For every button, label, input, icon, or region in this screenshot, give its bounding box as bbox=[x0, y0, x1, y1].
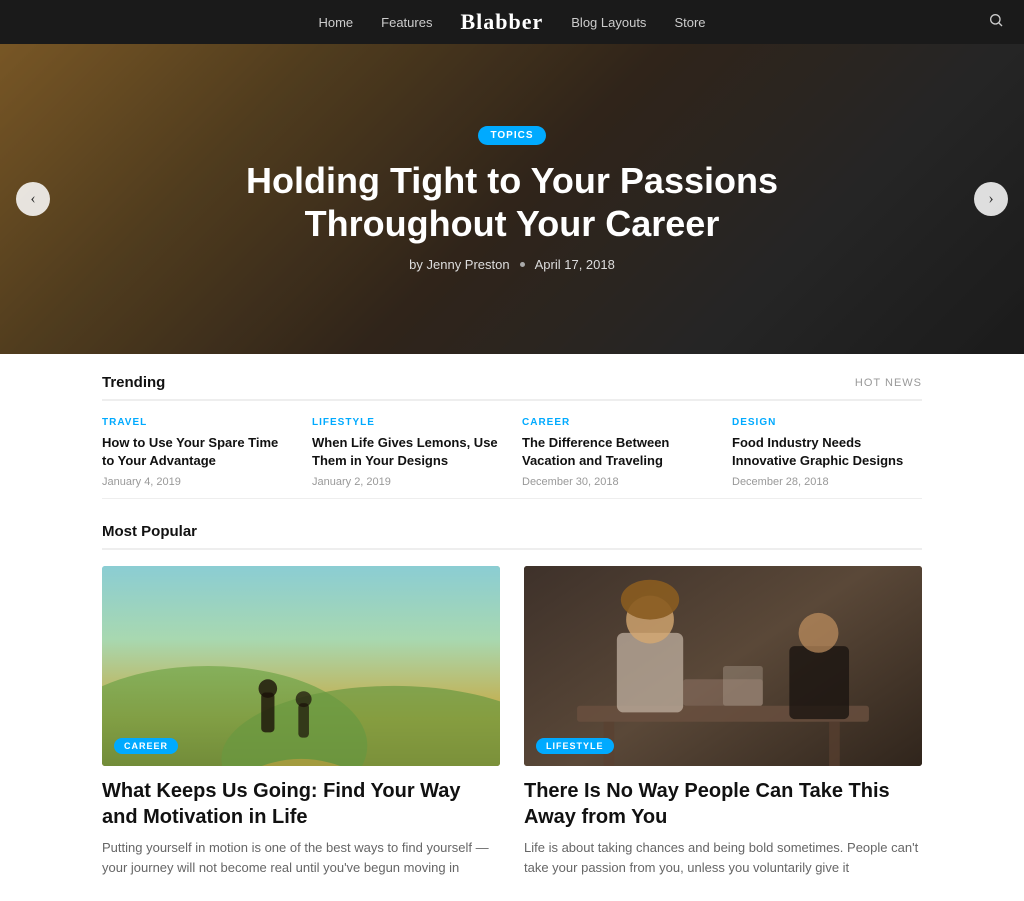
trending-header: Trending HOT NEWS bbox=[102, 374, 922, 401]
trending-date: January 2, 2019 bbox=[312, 476, 502, 488]
hero-prev-button[interactable]: ‹ bbox=[16, 182, 50, 216]
hero-next-button[interactable]: › bbox=[974, 182, 1008, 216]
trending-category: LIFESTYLE bbox=[312, 417, 502, 428]
trending-category: TRAVEL bbox=[102, 417, 292, 428]
trending-date: December 30, 2018 bbox=[522, 476, 712, 488]
hero-content: TOPICS Holding Tight to Your Passions Th… bbox=[172, 126, 852, 272]
popular-card-title[interactable]: There Is No Way People Can Take This Awa… bbox=[524, 778, 922, 830]
nav-blog-layouts[interactable]: Blog Layouts bbox=[571, 15, 646, 30]
trending-category: DESIGN bbox=[732, 417, 922, 428]
hero-tag: TOPICS bbox=[478, 126, 545, 145]
popular-header: Most Popular bbox=[102, 523, 922, 550]
popular-card-excerpt: Putting yourself in motion is one of the… bbox=[102, 838, 500, 877]
trending-item-title[interactable]: The Difference Between Vacation and Trav… bbox=[522, 434, 712, 470]
trending-section: Trending HOT NEWS TRAVEL How to Use Your… bbox=[102, 354, 922, 499]
popular-title: Most Popular bbox=[102, 523, 197, 540]
nav-features[interactable]: Features bbox=[381, 15, 432, 30]
hero-meta: by Jenny Preston April 17, 2018 bbox=[212, 257, 812, 272]
popular-card-image[interactable]: CAREER bbox=[102, 566, 500, 766]
content-container: Trending HOT NEWS TRAVEL How to Use Your… bbox=[82, 354, 942, 901]
popular-card: LIFESTYLE There Is No Way People Can Tak… bbox=[524, 566, 922, 877]
hero-title: Holding Tight to Your Passions Throughou… bbox=[212, 159, 812, 245]
trending-item-title[interactable]: Food Industry Needs Innovative Graphic D… bbox=[732, 434, 922, 470]
trending-item-title[interactable]: When Life Gives Lemons, Use Them in Your… bbox=[312, 434, 502, 470]
popular-card-image[interactable]: LIFESTYLE bbox=[524, 566, 922, 766]
navigation: Home Features Blabber Blog Layouts Store bbox=[0, 0, 1024, 44]
hero-date: April 17, 2018 bbox=[535, 257, 615, 272]
main-content: Trending HOT NEWS TRAVEL How to Use Your… bbox=[0, 354, 1024, 901]
hero-section: ‹ TOPICS Holding Tight to Your Passions … bbox=[0, 44, 1024, 354]
trending-item: LIFESTYLE When Life Gives Lemons, Use Th… bbox=[312, 417, 502, 488]
popular-card-excerpt: Life is about taking chances and being b… bbox=[524, 838, 922, 877]
popular-card-title[interactable]: What Keeps Us Going: Find Your Way and M… bbox=[102, 778, 500, 830]
hero-author: by Jenny Preston bbox=[409, 257, 509, 272]
nav-home[interactable]: Home bbox=[318, 15, 353, 30]
trending-date: January 4, 2019 bbox=[102, 476, 292, 488]
trending-date: December 28, 2018 bbox=[732, 476, 922, 488]
nav-store[interactable]: Store bbox=[674, 15, 705, 30]
workshop-image bbox=[524, 566, 922, 766]
trending-grid: TRAVEL How to Use Your Spare Time to You… bbox=[102, 417, 922, 488]
nav-links: Home Features Blabber Blog Layouts Store bbox=[318, 9, 705, 35]
trending-category: CAREER bbox=[522, 417, 712, 428]
running-image bbox=[102, 566, 500, 766]
trending-item: TRAVEL How to Use Your Spare Time to You… bbox=[102, 417, 292, 488]
popular-grid: CAREER What Keeps Us Going: Find Your Wa… bbox=[102, 566, 922, 877]
popular-card: CAREER What Keeps Us Going: Find Your Wa… bbox=[102, 566, 500, 877]
trending-item: DESIGN Food Industry Needs Innovative Gr… bbox=[732, 417, 922, 488]
popular-card-tag: LIFESTYLE bbox=[536, 738, 614, 754]
nav-brand[interactable]: Blabber bbox=[460, 9, 543, 35]
trending-title: Trending bbox=[102, 374, 165, 391]
search-icon[interactable] bbox=[988, 12, 1004, 33]
hero-dot bbox=[520, 262, 525, 267]
popular-section: Most Popular bbox=[102, 499, 922, 901]
trending-item-title[interactable]: How to Use Your Spare Time to Your Advan… bbox=[102, 434, 292, 470]
hot-news-label: HOT NEWS bbox=[855, 377, 922, 389]
popular-card-tag: CAREER bbox=[114, 738, 178, 754]
trending-item: CAREER The Difference Between Vacation a… bbox=[522, 417, 712, 488]
